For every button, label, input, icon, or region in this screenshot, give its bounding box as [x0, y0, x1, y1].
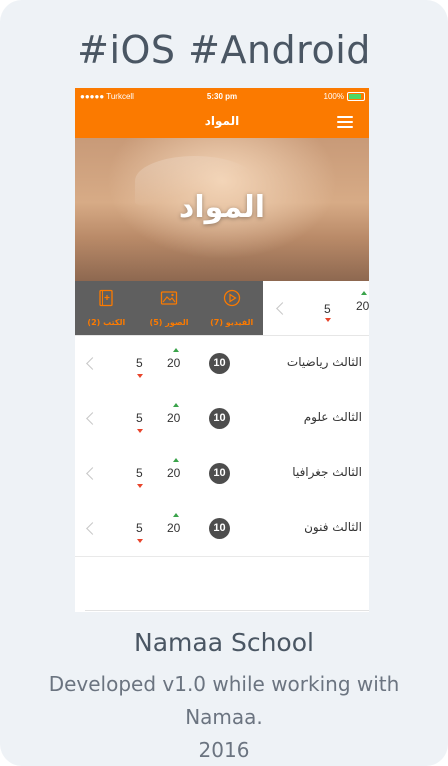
chevron-left-icon	[86, 467, 99, 480]
swiped-list-item[interactable]: الكتب (2) الصور (5) الفيديو (7) 5 20	[75, 281, 369, 336]
project-description: Developed v1.0 while working with Namaa.…	[30, 668, 418, 766]
subject-row[interactable]: 5 20 10 الثالث علوم	[75, 391, 369, 447]
down-arrow-icon	[325, 318, 331, 322]
up-count: 20	[167, 411, 181, 425]
status-right: 100%	[324, 92, 365, 101]
project-title: Namaa School	[134, 628, 314, 657]
battery-percent: 100%	[323, 92, 344, 101]
books-action-button[interactable]: الكتب (2)	[75, 281, 138, 335]
subject-row[interactable]: 5 20 10 الثالث فنون	[75, 501, 369, 557]
description-text: Developed v1.0 while working with Namaa.	[48, 672, 400, 729]
subject-name: الثالث رياضيات	[286, 355, 362, 369]
book-icon	[99, 289, 113, 307]
count-badge: 10	[209, 408, 230, 429]
down-arrow-icon	[137, 374, 143, 378]
subject-name: الثالث علوم	[303, 410, 362, 424]
up-count: 20	[167, 356, 181, 370]
list-bottom-divider	[85, 610, 369, 611]
down-count: 5	[324, 302, 331, 316]
images-action-label: الصور (5)	[149, 318, 189, 327]
project-card: #iOS #Android ●●●●● Turkcell 5:30 pm 100…	[0, 0, 448, 766]
subject-name: الثالث فنون	[304, 520, 362, 534]
up-arrow-icon	[361, 291, 367, 295]
down-arrow-icon	[137, 429, 143, 433]
subject-name: الثالث جغرافيا	[292, 465, 362, 479]
images-action-button[interactable]: الصور (5)	[138, 281, 201, 335]
hero-banner: المواد	[75, 138, 369, 281]
up-count: 20	[167, 466, 181, 480]
up-count: 20	[356, 299, 369, 313]
up-arrow-icon	[173, 348, 179, 352]
play-circle-icon	[223, 289, 240, 307]
swipe-actions: الكتب (2) الصور (5) الفيديو (7)	[75, 281, 263, 335]
hero-title: المواد	[178, 190, 266, 225]
up-arrow-icon	[173, 403, 179, 407]
up-arrow-icon	[173, 458, 179, 462]
chevron-left-icon	[86, 522, 99, 535]
down-count: 5	[136, 521, 143, 535]
books-action-label: الكتب (2)	[87, 318, 126, 327]
subject-row[interactable]: 5 20 10 الثالث جغرافيا	[75, 446, 369, 502]
chevron-left-icon	[86, 412, 99, 425]
chevron-left-icon	[86, 357, 99, 370]
up-count: 20	[167, 521, 181, 535]
image-icon	[160, 291, 178, 305]
down-count: 5	[136, 411, 143, 425]
video-action-button[interactable]: الفيديو (7)	[200, 281, 263, 335]
count-badge: 10	[209, 518, 230, 539]
up-arrow-icon	[173, 513, 179, 517]
nav-title: المواد	[204, 114, 240, 128]
down-count: 5	[136, 466, 143, 480]
subject-row[interactable]: 5 20 10 الثالث رياضيات	[75, 336, 369, 392]
video-action-label: الفيديو (7)	[210, 318, 254, 327]
down-count: 5	[136, 356, 143, 370]
platform-headline: #iOS #Android	[77, 28, 371, 72]
count-badge: 10	[209, 463, 230, 484]
count-badge: 10	[209, 353, 230, 374]
phone-screenshot: ●●●●● Turkcell 5:30 pm 100% المواد الموا…	[75, 88, 369, 612]
battery-icon	[347, 92, 365, 101]
chevron-left-icon	[276, 302, 289, 315]
down-arrow-icon	[137, 484, 143, 488]
project-year: 2016	[198, 738, 250, 762]
hamburger-menu-icon[interactable]	[337, 116, 353, 128]
status-bar: ●●●●● Turkcell 5:30 pm 100%	[75, 88, 369, 106]
nav-bar: المواد	[75, 106, 369, 138]
down-arrow-icon	[137, 539, 143, 543]
